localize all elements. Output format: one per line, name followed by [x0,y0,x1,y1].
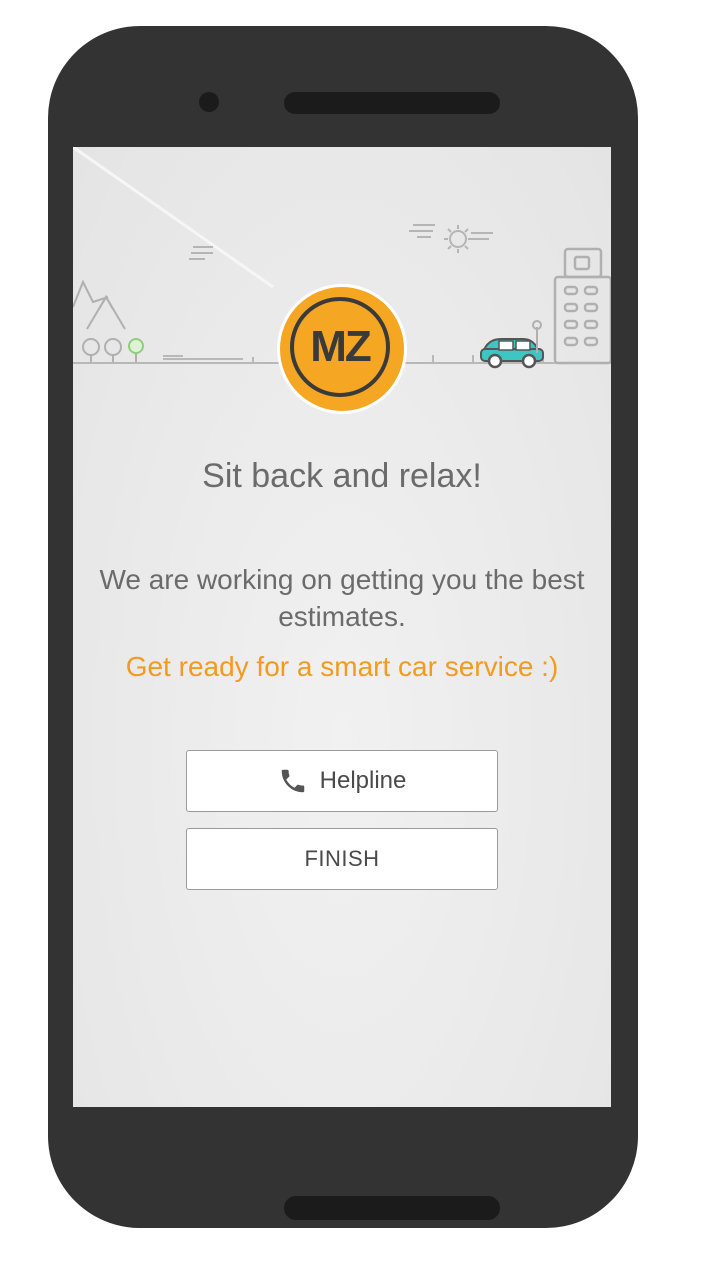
front-camera [199,92,219,112]
sun-icon [444,225,493,253]
tagline-text: Get ready for a smart car service :) [125,651,559,682]
bottom-speaker [284,1196,500,1220]
finish-label: FINISH [304,846,380,871]
mz-logo: MZ [280,287,404,411]
app-screen: MZ Sit back and relax! We are working on… [73,147,611,1107]
phone-icon [281,769,304,793]
helpline-button[interactable]: Helpline [186,750,498,812]
cloud-icon [189,246,213,260]
description-text: We are working on getting you the best e… [99,564,585,632]
helpline-label: Helpline [319,767,407,794]
cloud-icon [409,224,435,238]
mountains-icon [73,279,126,330]
trees-icon [82,338,144,363]
headline: Sit back and relax! [202,457,482,495]
top-speaker [284,92,500,114]
logo-text: MZ [290,297,390,397]
building-icon [553,247,611,365]
finish-button[interactable]: FINISH [186,828,498,890]
